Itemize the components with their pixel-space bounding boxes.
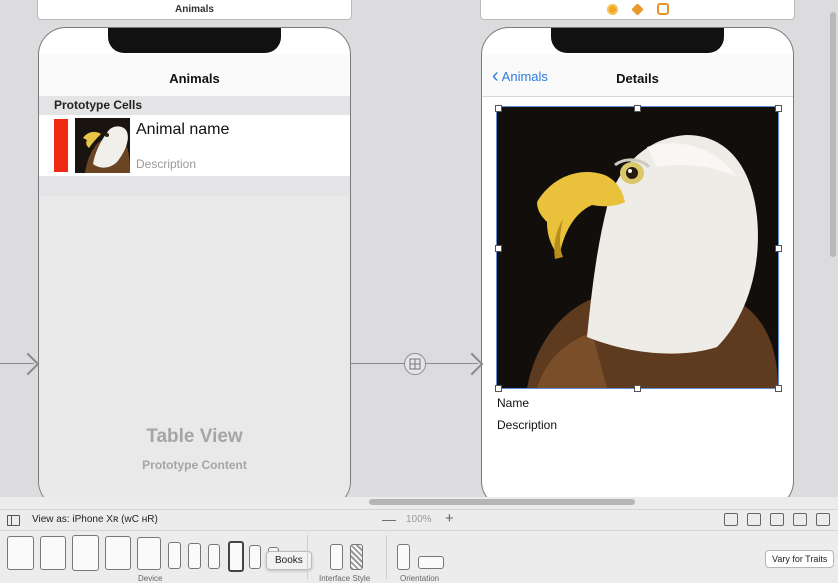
view-controller-icon[interactable]: [606, 3, 618, 15]
segue-arrow-icon: [460, 352, 484, 376]
resize-handle[interactable]: [495, 245, 502, 252]
storyboard-canvas[interactable]: Animals Animals Prototype Cells Animal n…: [0, 0, 838, 497]
layout-tools: [724, 513, 830, 526]
ipad-air-device-icon[interactable]: [105, 536, 131, 570]
nav-title: Details: [616, 71, 659, 86]
device-configuration-bar: Device Books Interface Style Orientation…: [0, 530, 838, 583]
cell-title-label[interactable]: Animal name: [136, 121, 229, 139]
table-view-placeholder-subtitle: Prototype Content: [142, 458, 247, 472]
detail-view-controller-scene[interactable]: ‹ Animals Details Name Description: [481, 27, 794, 497]
iphone-8-plus-device-icon[interactable]: [208, 544, 220, 569]
align-icon[interactable]: [770, 513, 784, 526]
resize-handle[interactable]: [634, 105, 641, 112]
resize-handle[interactable]: [775, 385, 782, 392]
embed-in-icon[interactable]: [747, 513, 761, 526]
device-notch: [108, 28, 281, 53]
resize-handle[interactable]: [495, 105, 502, 112]
ipad-pro-10-device-icon[interactable]: [72, 535, 99, 571]
ipad-mini-device-icon[interactable]: [137, 537, 161, 570]
iphone-8-device-icon[interactable]: [249, 545, 261, 569]
eagle-thumbnail: [75, 118, 130, 173]
table-view[interactable]: Prototype Cells Animal name Description …: [39, 96, 350, 497]
dark-appearance-icon[interactable]: [350, 544, 363, 570]
navigation-bar[interactable]: Animals: [39, 54, 350, 97]
cell-subtitle-label[interactable]: Description: [136, 157, 196, 171]
first-responder-icon[interactable]: [630, 2, 644, 16]
resolve-issues-icon[interactable]: [816, 513, 830, 526]
light-appearance-icon[interactable]: [330, 544, 343, 570]
resize-handle[interactable]: [775, 245, 782, 252]
description-label[interactable]: Description: [497, 418, 557, 432]
navigation-bar[interactable]: ‹ Animals Details: [482, 54, 793, 97]
ipad-pro-12-device-icon[interactable]: [7, 536, 34, 570]
resize-handle[interactable]: [775, 105, 782, 112]
show-segue-icon: [409, 358, 421, 370]
cell-color-bar[interactable]: [54, 119, 68, 172]
device-notch: [551, 28, 724, 53]
divider: [307, 535, 308, 579]
prototype-cell[interactable]: Animal name Description: [39, 115, 350, 176]
iphone-xs-max-device-icon[interactable]: [168, 542, 181, 569]
update-frames-icon[interactable]: [724, 513, 738, 526]
entry-arrow-icon: [16, 352, 40, 376]
nav-title: Animals: [169, 71, 220, 86]
left-scene-title: Animals: [175, 3, 214, 15]
right-scene-bar[interactable]: [480, 0, 795, 20]
detail-image-view[interactable]: [496, 106, 779, 389]
table-view-controller-scene[interactable]: Animals Prototype Cells Animal name Desc…: [38, 27, 351, 497]
cell-thumbnail-image[interactable]: [75, 118, 130, 173]
zoom-level[interactable]: 100%: [406, 514, 432, 525]
add-constraints-icon[interactable]: [793, 513, 807, 526]
divider: [386, 535, 387, 579]
table-view-placeholder-title: Table View: [146, 426, 243, 447]
portrait-orientation-icon[interactable]: [397, 544, 410, 570]
sidebar-toggle-icon[interactable]: [7, 515, 20, 526]
vertical-scrollbar[interactable]: [830, 12, 836, 257]
resize-handle[interactable]: [634, 385, 641, 392]
horizontal-scrollbar[interactable]: [369, 499, 635, 505]
table-separator-area: [39, 176, 350, 196]
zoom-out-button[interactable]: —: [382, 511, 396, 527]
section-header: Prototype Cells: [39, 96, 350, 115]
exit-icon[interactable]: [656, 3, 669, 15]
eagle-photo: [497, 107, 778, 388]
ipad-pro-11-device-icon[interactable]: [40, 536, 66, 570]
landscape-orientation-icon[interactable]: [418, 556, 444, 569]
segue-icon[interactable]: [404, 353, 426, 375]
view-as-bar: View as: iPhone Xʀ (ᴡC ʜR) — 100% +: [0, 509, 838, 531]
resize-handle[interactable]: [495, 385, 502, 392]
left-scene-bar[interactable]: Animals: [37, 0, 352, 20]
view-as-label[interactable]: View as: iPhone Xʀ (ᴡC ʜR): [32, 514, 158, 525]
vary-for-traits-button[interactable]: Vary for Traits: [765, 550, 835, 568]
iphone-xs-device-icon[interactable]: [188, 543, 201, 569]
name-label[interactable]: Name: [497, 396, 529, 410]
zoom-in-button[interactable]: +: [445, 510, 454, 527]
iphone-xr-device-icon[interactable]: [228, 541, 244, 572]
device-tooltip: Books: [266, 551, 312, 570]
